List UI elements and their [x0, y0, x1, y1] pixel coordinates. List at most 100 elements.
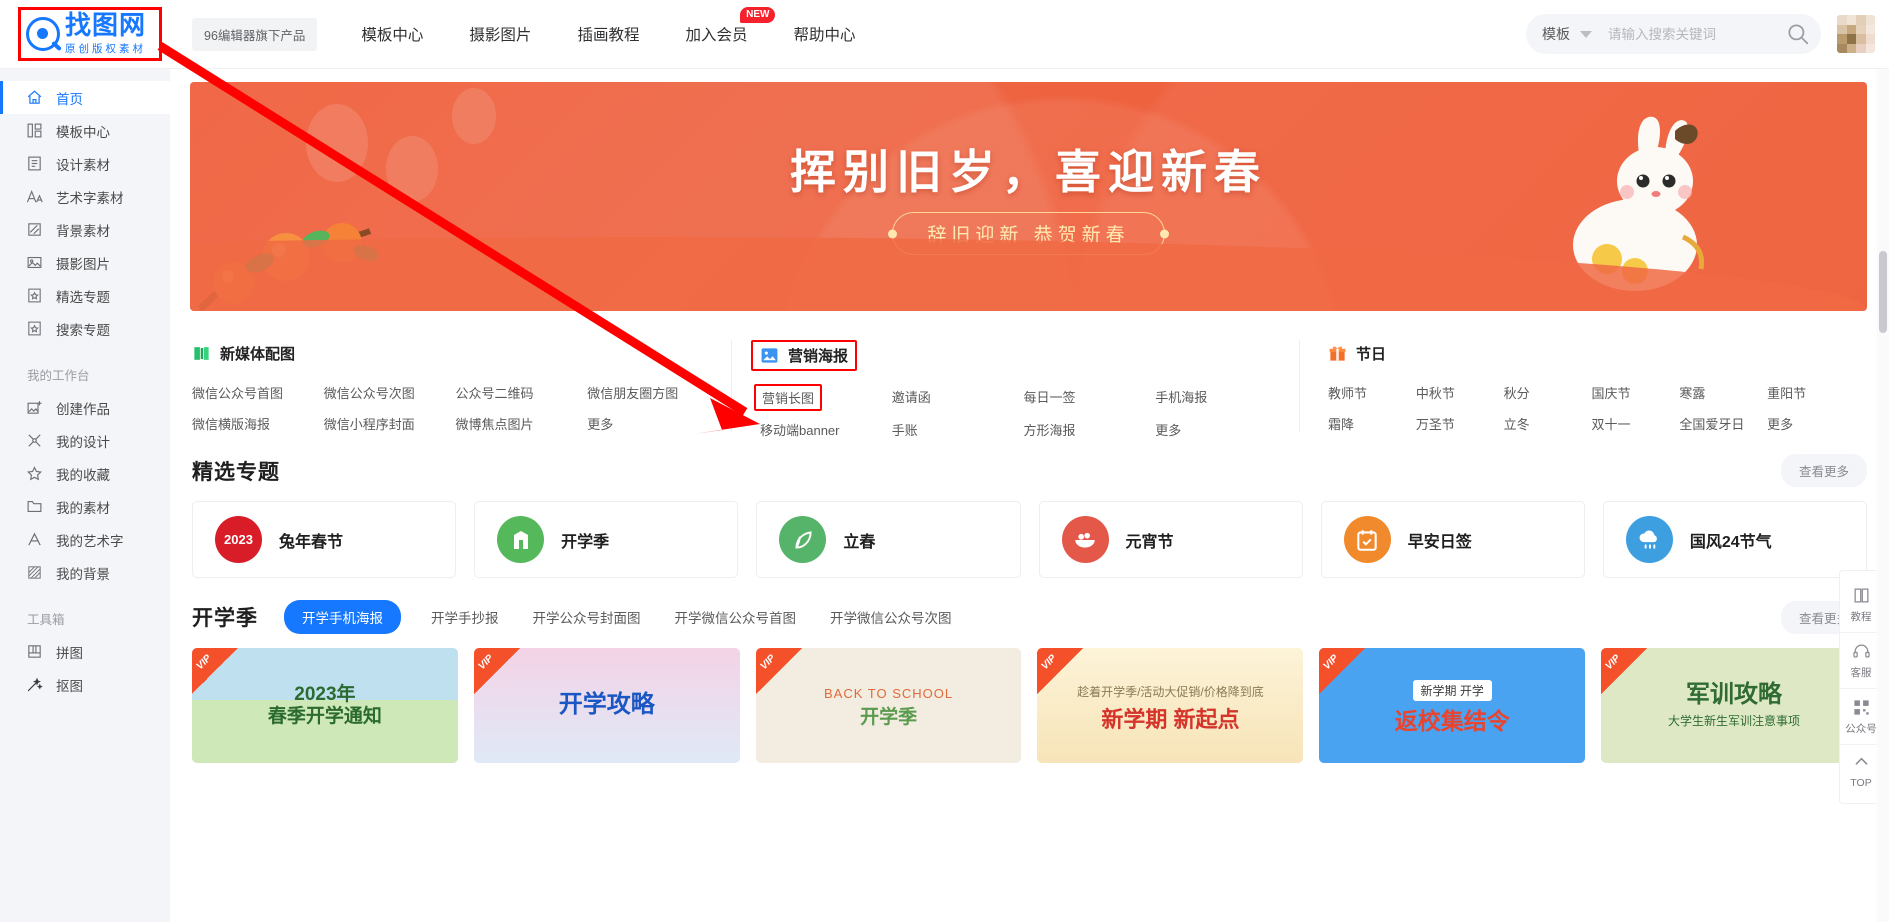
sidebar-item-photo[interactable]: 摄影图片	[0, 246, 170, 279]
cat-link[interactable]: 微信朋友圈方图	[587, 383, 719, 402]
thumbnail-card[interactable]: VIP 新学期 开学 返校集结令	[1319, 648, 1586, 763]
sidebar-item-label: 艺术字素材	[56, 190, 124, 206]
topic-card-morning-sign[interactable]: 早安日签	[1320, 501, 1585, 578]
sidebar-item-my-favorites[interactable]: 我的收藏	[0, 457, 170, 490]
sidebar-item-my-design[interactable]: 我的设计	[0, 424, 170, 457]
thumbnail-title: 新学期 新起点	[1101, 706, 1240, 732]
topic-card-spring-festival[interactable]: 2023 兔年春节	[192, 501, 457, 578]
topic-label: 元宵节	[1125, 533, 1174, 551]
hero-banner[interactable]: 挥别旧岁，喜迎新春 辞旧迎新 恭贺新春	[190, 82, 1867, 311]
cat-link[interactable]: 万圣节	[1416, 414, 1504, 433]
new-badge: NEW	[740, 7, 776, 23]
category-title-festival[interactable]: 节日	[1321, 340, 1393, 367]
category-title-marketing-poster[interactable]: 营销海报	[751, 340, 858, 371]
cat-link-more[interactable]: 更多	[1767, 414, 1855, 433]
float-support-button[interactable]: 客服	[1840, 632, 1882, 688]
nav-item-join-member[interactable]: 加入会员 NEW	[685, 7, 776, 45]
thumbnail-subtitle: 大学生新生军训注意事项	[1668, 714, 1801, 729]
sidebar-item-design-material[interactable]: 设计素材	[0, 147, 170, 180]
search-box[interactable]: 模板	[1526, 14, 1821, 54]
sidebar-item-collage[interactable]: 拼图	[0, 635, 170, 668]
cat-link-marketing-long-image[interactable]: 营销长图	[754, 384, 823, 411]
sidebar-item-wordart-material[interactable]: 艺术字素材	[0, 180, 170, 213]
cat-link[interactable]: 教师节	[1328, 383, 1416, 402]
nav-item-illustration-tutorial[interactable]: 插画教程	[577, 23, 639, 45]
thumbnail-card[interactable]: VIP 开学攻略	[473, 648, 740, 763]
topic-card-school-season[interactable]: 开学季	[474, 501, 739, 578]
cat-link-more[interactable]: 更多	[1155, 420, 1287, 439]
tab-handwritten-paper[interactable]: 开学手抄报	[431, 607, 499, 627]
school-icon	[497, 516, 545, 563]
cat-link[interactable]: 霜降	[1328, 414, 1416, 433]
float-back-to-top-button[interactable]: TOP	[1840, 744, 1882, 797]
nav-item-template-center[interactable]: 模板中心	[361, 23, 423, 45]
search-input[interactable]	[1608, 26, 1785, 42]
cat-link[interactable]: 邀请函	[892, 387, 1024, 408]
topic-label: 立春	[843, 533, 876, 551]
page-scrollbar[interactable]	[1877, 69, 1889, 922]
topic-card-lantern-festival[interactable]: 元宵节	[1038, 501, 1303, 578]
cat-link[interactable]: 寒露	[1679, 383, 1767, 402]
sidebar-item-label: 拼图	[56, 645, 83, 661]
topic-card-24-solar-terms[interactable]: 国风24节气	[1602, 501, 1868, 578]
sidebar-item-create-work[interactable]: 创建作品	[0, 391, 170, 424]
cat-link[interactable]: 手机海报	[1155, 387, 1287, 408]
sidebar-item-my-material[interactable]: 我的素材	[0, 490, 170, 523]
cat-link[interactable]: 微信横版海报	[192, 414, 324, 433]
nav-label: 插画教程	[577, 27, 640, 44]
tab-official-cover[interactable]: 开学公众号封面图	[533, 607, 641, 627]
nav-item-help-center[interactable]: 帮助中心	[793, 23, 855, 45]
cat-link[interactable]: 移动端banner	[760, 420, 892, 439]
nav-item-photos[interactable]: 摄影图片	[469, 23, 531, 45]
book-icon	[1854, 588, 1868, 603]
float-wechat-button[interactable]: 公众号	[1840, 688, 1882, 744]
cat-link[interactable]: 重阳节	[1767, 383, 1855, 402]
sidebar-item-search-topic[interactable]: 搜索专题	[0, 312, 170, 345]
cat-link[interactable]: 每日一签	[1024, 387, 1156, 408]
cat-link[interactable]: 手账	[892, 420, 1024, 439]
cat-link[interactable]: 中秋节	[1416, 383, 1504, 402]
design-material-icon	[26, 155, 43, 172]
scrollbar-thumb[interactable]	[1879, 251, 1887, 333]
sidebar-item-featured-topic[interactable]: 精选专题	[0, 279, 170, 312]
category-title-new-media[interactable]: 新媒体配图	[185, 340, 302, 367]
featured-more-button[interactable]: 查看更多	[1780, 454, 1867, 487]
thumbnail-card[interactable]: VIP 2023年 春季开学通知	[192, 648, 458, 763]
sidebar-item-template-center[interactable]: 模板中心	[0, 114, 170, 147]
sidebar-item-label: 创建作品	[56, 401, 110, 417]
cat-link[interactable]: 双十一	[1592, 414, 1680, 433]
thumbnail-card[interactable]: VIP 趁着开学季/活动大促销/价格降到底 新学期 新起点	[1037, 648, 1304, 763]
cat-link[interactable]: 微博焦点图片	[456, 414, 588, 433]
thumbnail-card[interactable]: VIP 军训攻略 大学生新生军训注意事项	[1601, 648, 1867, 763]
cat-link[interactable]: 微信小程序封面	[324, 414, 456, 433]
sidebar-item-cutout[interactable]: 抠图	[0, 668, 170, 701]
cat-link[interactable]: 公众号二维码	[456, 383, 588, 402]
sidebar-item-label: 我的艺术字	[56, 533, 124, 549]
cat-link[interactable]: 国庆节	[1592, 383, 1680, 402]
search-icon[interactable]	[1785, 21, 1811, 47]
cat-link[interactable]: 全国爱牙日	[1679, 414, 1767, 433]
sidebar-item-background-material[interactable]: 背景素材	[0, 213, 170, 246]
tab-wechat-first-image[interactable]: 开学微信公众号首图	[675, 607, 797, 627]
cat-link-more[interactable]: 更多	[587, 414, 719, 433]
logo[interactable]: 找图网 原创版权素材	[18, 7, 162, 61]
top-nav: 模板中心 摄影图片 插画教程 加入会员 NEW 帮助中心	[361, 7, 901, 45]
chevron-down-icon[interactable]	[1580, 30, 1592, 38]
sidebar-item-my-wordart[interactable]: 我的艺术字	[0, 523, 170, 556]
cat-link[interactable]: 微信公众号次图	[324, 383, 456, 402]
search-category[interactable]: 模板	[1542, 24, 1570, 44]
float-tutorial-button[interactable]: 教程	[1840, 577, 1882, 632]
sidebar-item-label: 我的背景	[56, 566, 110, 582]
thumbnail-card[interactable]: VIP BACK TO SCHOOL 开学季	[755, 648, 1022, 763]
topic-card-lichun[interactable]: 立春	[756, 501, 1021, 578]
tab-wechat-second-image[interactable]: 开学微信公众号次图	[830, 607, 952, 627]
sidebar-item-my-background[interactable]: 我的背景	[0, 556, 170, 589]
cat-link[interactable]: 立冬	[1504, 414, 1592, 433]
avatar[interactable]	[1837, 15, 1875, 53]
cat-link[interactable]: 秋分	[1504, 383, 1592, 402]
tab-mobile-poster[interactable]: 开学手机海报	[284, 600, 401, 634]
sidebar-item-home[interactable]: 首页	[0, 81, 170, 114]
cat-link[interactable]: 方形海报	[1024, 420, 1156, 439]
cat-link[interactable]: 微信公众号首图	[192, 383, 324, 402]
category-title-label: 新媒体配图	[220, 346, 296, 363]
